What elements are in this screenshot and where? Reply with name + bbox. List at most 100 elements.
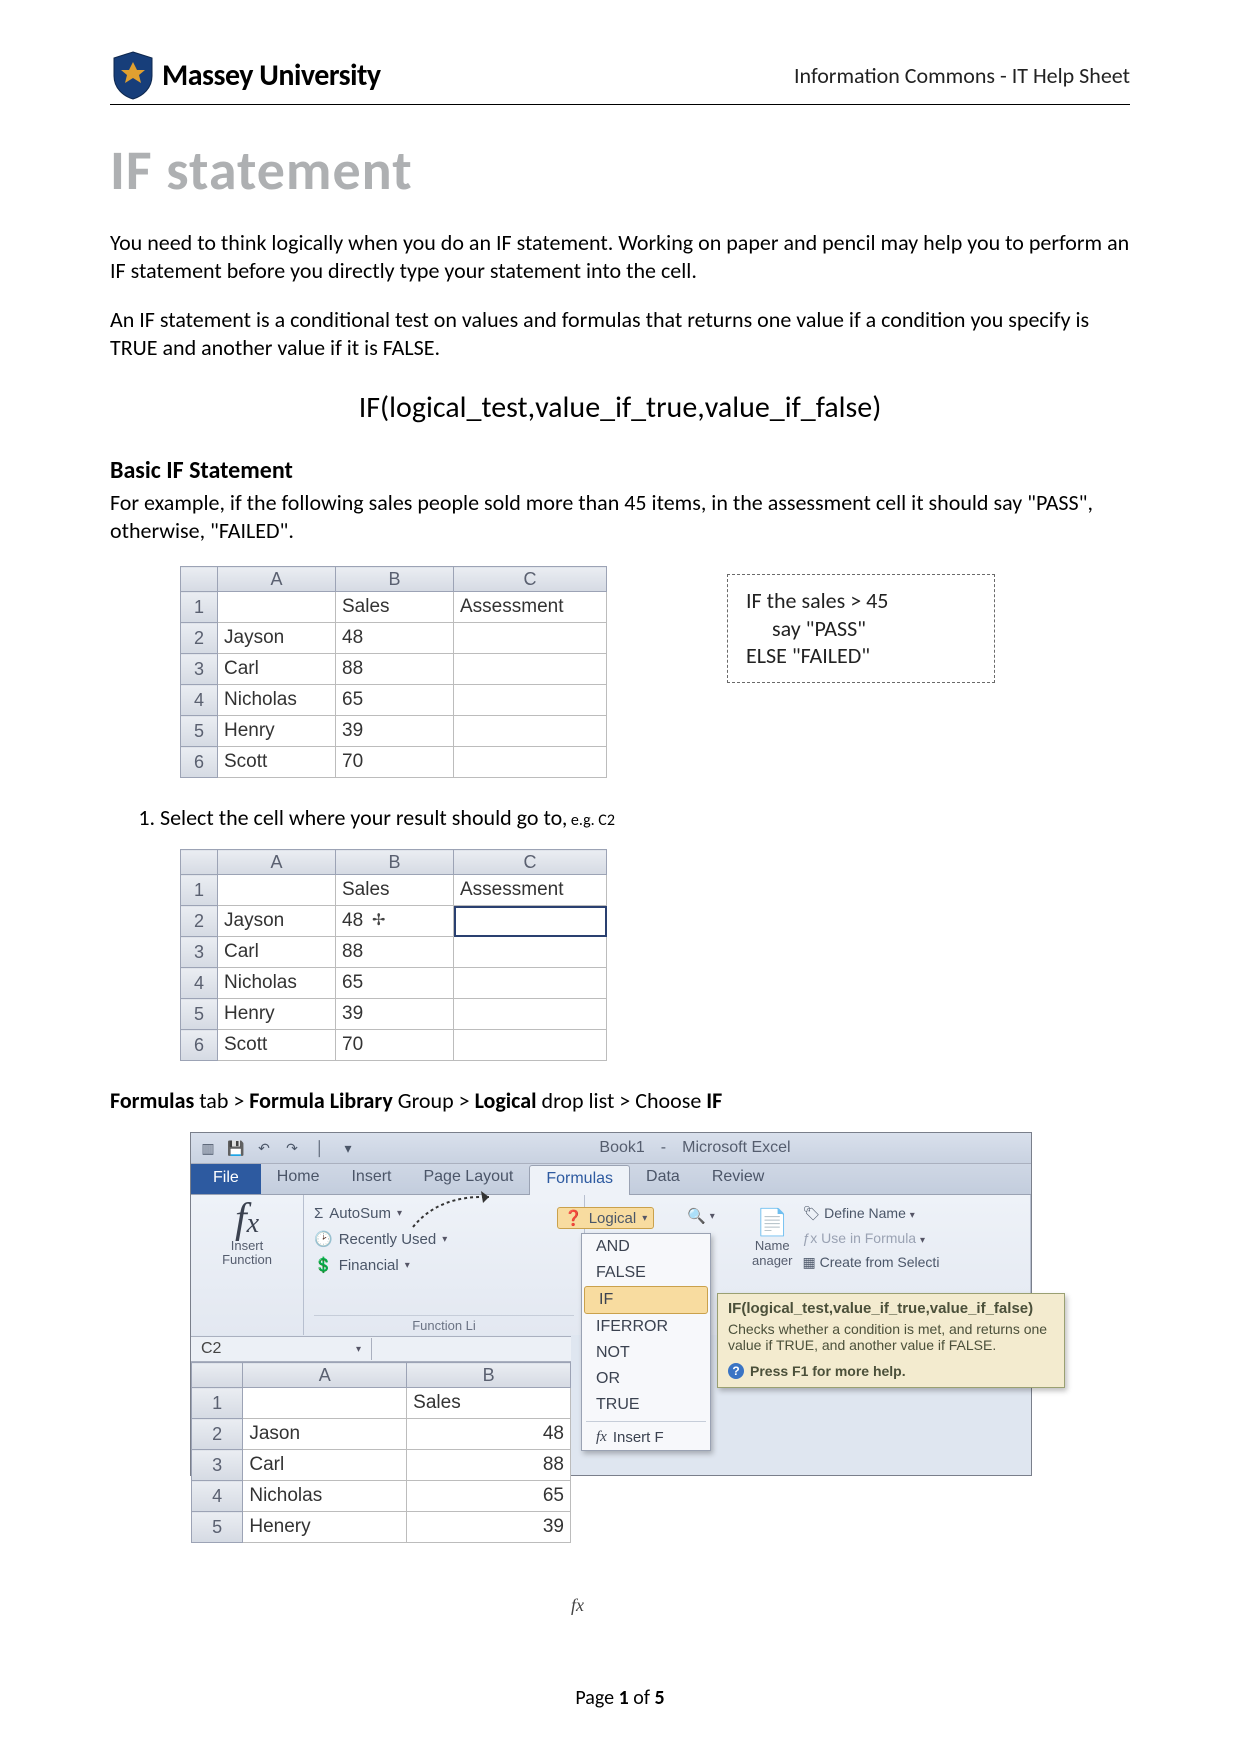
col-header-c[interactable]: C bbox=[454, 567, 607, 592]
row-header[interactable]: 5 bbox=[192, 1512, 243, 1543]
cell[interactable] bbox=[454, 747, 607, 778]
col-header-b[interactable]: B bbox=[336, 567, 454, 592]
dropdown-item-not[interactable]: NOT bbox=[582, 1340, 710, 1366]
dropdown-item-or[interactable]: OR bbox=[582, 1366, 710, 1392]
use-in-formula-button[interactable]: ƒx Use in Formula ▾ bbox=[802, 1230, 939, 1246]
col-header-a[interactable]: A bbox=[218, 850, 336, 875]
row-header[interactable]: 3 bbox=[181, 937, 218, 968]
dropdown-item-and[interactable]: AND bbox=[582, 1234, 710, 1260]
cell[interactable]: 65 bbox=[336, 968, 454, 999]
row-header[interactable]: 5 bbox=[181, 999, 218, 1030]
row-header[interactable]: 1 bbox=[181, 592, 218, 623]
dropdown-item-iferror[interactable]: IFERROR bbox=[582, 1314, 710, 1340]
cell[interactable]: Carl bbox=[218, 937, 336, 968]
row-header[interactable]: 6 bbox=[181, 1030, 218, 1061]
cell[interactable]: 39 bbox=[336, 716, 454, 747]
cell[interactable]: Nicholas bbox=[243, 1481, 407, 1512]
cell[interactable] bbox=[454, 623, 607, 654]
cell[interactable] bbox=[243, 1388, 407, 1419]
cell[interactable]: 88 bbox=[336, 937, 454, 968]
row-header[interactable]: 1 bbox=[192, 1388, 243, 1419]
name-manager-button[interactable]: 📄 Name anager bbox=[752, 1201, 792, 1271]
row-header[interactable]: 1 bbox=[181, 875, 218, 906]
col-header-c[interactable]: C bbox=[454, 850, 607, 875]
customize-qat-icon[interactable]: ▾ bbox=[339, 1139, 357, 1157]
cell[interactable]: 70 bbox=[336, 1030, 454, 1061]
dropdown-item-true[interactable]: TRUE bbox=[582, 1392, 710, 1418]
cell[interactable]: Henry bbox=[218, 999, 336, 1030]
cell[interactable] bbox=[454, 999, 607, 1030]
cell[interactable]: 39 bbox=[336, 999, 454, 1030]
col-header-a[interactable]: A bbox=[218, 567, 336, 592]
cell[interactable]: Nicholas bbox=[218, 685, 336, 716]
cell[interactable]: Henery bbox=[243, 1512, 407, 1543]
dropdown-insert-function[interactable]: fx Insert F bbox=[582, 1425, 710, 1450]
dropdown-item-false[interactable]: FALSE bbox=[582, 1260, 710, 1286]
cell[interactable] bbox=[454, 685, 607, 716]
cell[interactable]: Carl bbox=[218, 654, 336, 685]
tab-review[interactable]: Review bbox=[696, 1164, 780, 1194]
row-header[interactable]: 2 bbox=[192, 1419, 243, 1450]
cell[interactable]: 65 bbox=[407, 1481, 571, 1512]
cell[interactable]: Carl bbox=[243, 1450, 407, 1481]
cell[interactable]: Sales bbox=[336, 592, 454, 623]
logical-button[interactable]: ❓ Logical ▾ bbox=[557, 1207, 654, 1229]
row-header[interactable]: 5 bbox=[181, 716, 218, 747]
cell[interactable]: Jason bbox=[243, 1419, 407, 1450]
cell[interactable]: Scott bbox=[218, 1030, 336, 1061]
tab-page-layout[interactable]: Page Layout bbox=[407, 1164, 529, 1194]
corner-cell[interactable] bbox=[181, 567, 218, 592]
define-name-button[interactable]: 🏷 Define Name ▾ bbox=[802, 1205, 939, 1222]
tab-data[interactable]: Data bbox=[630, 1164, 696, 1194]
tab-home[interactable]: Home bbox=[261, 1164, 336, 1194]
row-header[interactable]: 3 bbox=[192, 1450, 243, 1481]
corner-cell[interactable] bbox=[192, 1363, 243, 1388]
cell[interactable]: Sales bbox=[336, 875, 454, 906]
cell[interactable] bbox=[454, 716, 607, 747]
row-header[interactable]: 4 bbox=[192, 1481, 243, 1512]
cell[interactable]: Assessment bbox=[454, 875, 607, 906]
row-header[interactable]: 4 bbox=[181, 968, 218, 999]
cell[interactable]: Henry bbox=[218, 716, 336, 747]
cell[interactable]: 39 bbox=[407, 1512, 571, 1543]
redo-icon[interactable]: ↷ bbox=[283, 1139, 301, 1157]
cell[interactable]: 48 bbox=[336, 623, 454, 654]
row-header[interactable]: 3 bbox=[181, 654, 218, 685]
cell[interactable]: Sales bbox=[407, 1388, 571, 1419]
tab-formulas[interactable]: Formulas bbox=[529, 1165, 630, 1195]
corner-cell[interactable] bbox=[181, 850, 218, 875]
row-header[interactable]: 4 bbox=[181, 685, 218, 716]
cell[interactable]: 48 bbox=[407, 1419, 571, 1450]
cell[interactable] bbox=[454, 968, 607, 999]
cell[interactable]: Jayson bbox=[218, 623, 336, 654]
cell[interactable]: 70 bbox=[336, 747, 454, 778]
col-header-b[interactable]: B bbox=[407, 1363, 571, 1388]
cell[interactable]: 48 ✢ bbox=[336, 906, 454, 937]
cell[interactable] bbox=[454, 654, 607, 685]
cell[interactable] bbox=[454, 1030, 607, 1061]
cell[interactable]: 88 bbox=[407, 1450, 571, 1481]
cell[interactable] bbox=[218, 875, 336, 906]
recently-used-button[interactable]: 🕑 Recently Used ▾ bbox=[314, 1230, 574, 1248]
row-header[interactable]: 2 bbox=[181, 906, 218, 937]
col-header-a[interactable]: A bbox=[243, 1363, 407, 1388]
tab-file[interactable]: File bbox=[191, 1164, 261, 1194]
row-header[interactable]: 6 bbox=[181, 747, 218, 778]
lookup-button[interactable]: 🔍▾ bbox=[687, 1207, 715, 1225]
cell[interactable] bbox=[454, 937, 607, 968]
dropdown-item-if[interactable]: IF bbox=[584, 1286, 708, 1314]
cell[interactable]: Assessment bbox=[454, 592, 607, 623]
insert-function-icon[interactable]: fx bbox=[201, 1201, 293, 1239]
cell[interactable]: 88 bbox=[336, 654, 454, 685]
cell[interactable]: Nicholas bbox=[218, 968, 336, 999]
undo-icon[interactable]: ↶ bbox=[255, 1139, 273, 1157]
tab-insert[interactable]: Insert bbox=[335, 1164, 407, 1194]
row-header[interactable]: 2 bbox=[181, 623, 218, 654]
save-icon[interactable]: 💾 bbox=[227, 1139, 245, 1157]
col-header-b[interactable]: B bbox=[336, 850, 454, 875]
financial-button[interactable]: 💲 Financial ▾ bbox=[314, 1256, 574, 1274]
cell[interactable]: Scott bbox=[218, 747, 336, 778]
name-box[interactable]: C2 ▾ bbox=[191, 1338, 372, 1360]
cell[interactable] bbox=[218, 592, 336, 623]
cell[interactable]: Jayson bbox=[218, 906, 336, 937]
